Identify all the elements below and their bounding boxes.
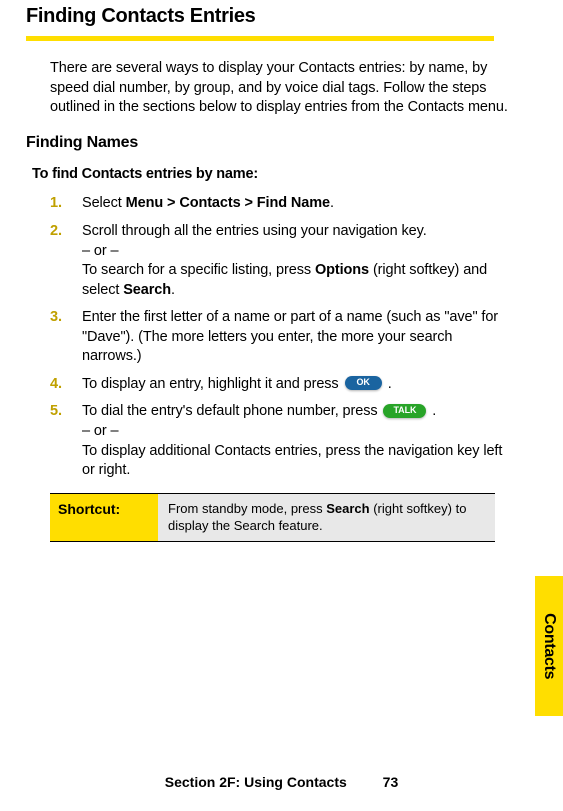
step-4: 4. To display an entry, highlight it and… (50, 375, 515, 395)
step-number: 1. (50, 194, 62, 214)
step-1: 1. Select Menu > Contacts > Find Name. (50, 194, 515, 214)
shortcut-label: Shortcut: (50, 494, 158, 541)
search-label: Search (123, 282, 171, 298)
step-2: 2. Scroll through all the entries using … (50, 222, 515, 300)
step-text: . (384, 376, 392, 392)
section-tab: Contacts (535, 576, 563, 716)
options-label: Options (315, 262, 369, 278)
step-number: 2. (50, 222, 62, 242)
talk-key-icon: TALK (383, 404, 426, 418)
footer-section: Section 2F: Using Contacts (165, 774, 347, 790)
ok-key-icon: OK (345, 376, 382, 390)
step-number: 5. (50, 402, 62, 422)
shortcut-box: Shortcut: From standby mode, press Searc… (50, 493, 495, 542)
intro-paragraph: There are several ways to display your C… (50, 59, 515, 118)
or-separator: – or – (82, 422, 515, 442)
step-text: . (330, 195, 334, 211)
step-text: To dial the entry's default phone number… (82, 403, 381, 419)
step-text: . (428, 403, 436, 419)
instruction-heading: To find Contacts entries by name: (32, 164, 515, 184)
step-text: To search for a specific listing, press (82, 262, 315, 278)
title-rule (26, 36, 494, 41)
step-text: To display additional Contacts entries, … (82, 443, 502, 479)
step-number: 4. (50, 375, 62, 395)
step-3: 3. Enter the first letter of a name or p… (50, 308, 515, 367)
or-separator: – or – (82, 242, 515, 262)
step-text: Select (82, 195, 126, 211)
shortcut-text: From standby mode, press Search (right s… (158, 494, 495, 541)
footer-page-number: 73 (383, 774, 399, 790)
shortcut-bold: Search (326, 501, 369, 516)
page-title: Finding Contacts Entries (26, 0, 515, 30)
step-text: . (171, 282, 175, 298)
steps-list: 1. Select Menu > Contacts > Find Name. 2… (50, 194, 515, 480)
step-number: 3. (50, 308, 62, 328)
step-5: 5. To dial the entry's default phone num… (50, 402, 515, 480)
menu-path: Menu > Contacts > Find Name (126, 195, 330, 211)
page-footer: Section 2F: Using Contacts 73 (0, 773, 563, 793)
step-text: To display an entry, highlight it and pr… (82, 376, 343, 392)
section-tab-label: Contacts (538, 613, 560, 679)
shortcut-text-a: From standby mode, press (168, 501, 326, 516)
step-text: Enter the first letter of a name or part… (82, 309, 498, 364)
sub-heading: Finding Names (26, 132, 515, 154)
step-text: Scroll through all the entries using you… (82, 223, 427, 239)
